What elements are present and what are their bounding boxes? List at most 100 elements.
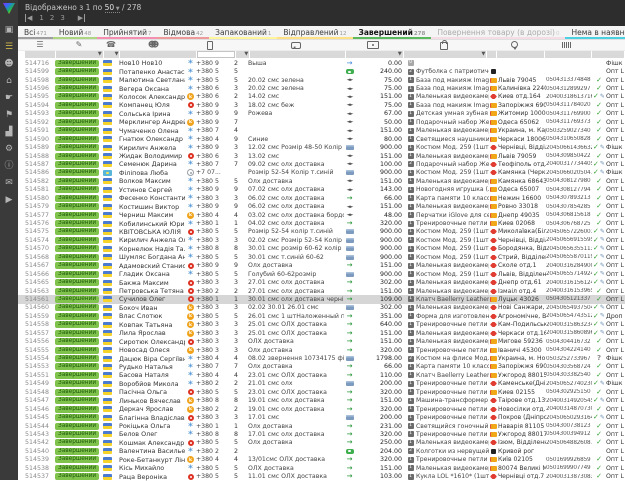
table-row[interactable]: 514580ЗавершенийФесенко Константин*+380 … xyxy=(18,194,625,202)
tab-Завершений[interactable]: Завершений278 xyxy=(353,26,432,39)
stats-icon[interactable]: ▟ xyxy=(0,124,18,141)
filter-city[interactable] xyxy=(497,51,544,58)
filter-comment[interactable] xyxy=(250,51,344,58)
table-row[interactable]: 514575ЗавершенийКВІТОВСЬКА ЮЛІЯ+380 55Ро… xyxy=(18,228,625,236)
table-row[interactable]: 514596ЗавершенийВегера Оксана*+380 6320.… xyxy=(18,84,625,92)
table-row[interactable]: 514563ЗавершенийПетровська Тетяна+380 22… xyxy=(18,287,625,295)
page-number-button[interactable]: 3 xyxy=(60,14,64,22)
money-icon[interactable] xyxy=(344,41,402,49)
table-row[interactable]: 514559ЗавершенийВлас Слотюкlc+380 5526.0… xyxy=(18,312,625,320)
table-row[interactable]: 514556ЗавершенийСиротюк Олександр+380 33… xyxy=(18,337,625,345)
first-page-icon[interactable]: ◀ xyxy=(25,14,32,22)
order-list-icon[interactable]: ☰ xyxy=(25,41,55,49)
table-row[interactable]: 514716ЗавершенийНов10 Нов10*+380 92Выша→… xyxy=(18,59,625,67)
table-row[interactable]: 514538ЗавершенийКісь Михайло*+380 55ОЛХ … xyxy=(18,464,625,472)
table-row[interactable]: 514598ЗавершенийМалютина Светлана*+380 5… xyxy=(18,76,625,84)
barcode-icon[interactable] xyxy=(543,42,589,48)
table-row[interactable]: 514566ЗавершенийГладик Оксана*+380 55Гол… xyxy=(18,270,625,278)
filter-quantity[interactable]: ▼ xyxy=(236,51,250,58)
marketing-icon[interactable]: ⚑ xyxy=(0,107,18,124)
table-row[interactable]: 514592ЗавершенийМерклингер Андрейlc+380 … xyxy=(18,118,625,126)
table-row[interactable]: 514568ЗавершенийШумляс Богдана Ан...*+38… xyxy=(18,253,625,261)
call-icon[interactable]: ☎ xyxy=(103,41,119,49)
dashboard-icon[interactable]: ▣ xyxy=(0,22,18,39)
app-logo[interactable] xyxy=(3,3,15,14)
table-row[interactable]: 514546ЗавершенийДеркач Ярославlc+380 221… xyxy=(18,405,625,413)
table-row[interactable]: 514574ЗавершенийКирилич Анжела Ол...*+38… xyxy=(18,236,625,244)
table-row[interactable]: 514547ЗавершенийЛиньков Вячеславlc+380 8… xyxy=(18,397,625,405)
orders-icon[interactable]: ☰ xyxy=(0,39,18,56)
table-row[interactable]: 514558ЗавершенийКовпак Татьянаlc+380 332… xyxy=(18,321,625,329)
table-row[interactable]: 514560ЗавершенийБокоч Иванlc+380 3302.02… xyxy=(18,304,625,312)
table-row[interactable]: 514545ЗавершенийБлагінна Владіслава+380 … xyxy=(18,413,625,421)
tab-Відмова[interactable]: Відмова42 xyxy=(157,26,209,39)
table-row[interactable]: 514577ЗавершенийЧерниш Максимlc+380 4403… xyxy=(18,211,625,219)
tab-Запакований[interactable]: Запакований1 xyxy=(209,26,277,39)
table-row[interactable]: 514551ЗавершенийБасова Наталя*+380 4423.… xyxy=(18,371,625,379)
info-icon[interactable]: ⓘ xyxy=(0,158,18,175)
product-icon[interactable] xyxy=(402,40,486,50)
table-row[interactable]: 514582ЗавершенийВолков Максим*+380 55Олх… xyxy=(18,177,625,185)
paid-check-icon: ✓ xyxy=(596,212,602,219)
filter-id[interactable] xyxy=(25,51,55,58)
chat-icon[interactable]: ✉ xyxy=(0,175,18,192)
clients-column-icon[interactable]: ☻ xyxy=(119,41,185,49)
table-row[interactable]: 514557ЗавершенийЛила Ярославlc+380 3325.… xyxy=(18,329,625,337)
filter-status[interactable]: ▼ xyxy=(56,51,103,58)
tab-Новий[interactable]: Новий48 xyxy=(53,26,97,39)
filter-delivery[interactable] xyxy=(487,51,496,58)
filter-country[interactable]: ▼ xyxy=(104,51,120,58)
table-row[interactable]: 514543ЗавершенийБелов Олег*+380 8817.01 … xyxy=(18,430,625,438)
table-row[interactable]: 514590ЗавершенийГнатюк Олександр*+380 49… xyxy=(18,135,625,143)
video-icon[interactable]: ▶ xyxy=(0,192,18,209)
page-number-button[interactable]: 2 xyxy=(50,14,54,22)
table-row[interactable]: 514579ЗавершенийКостишин Виктор*+380 990… xyxy=(18,202,625,210)
table-row[interactable]: 514599ЗавершенийПотапенко Анастас...*+38… xyxy=(18,67,625,75)
tab-Прийнятий[interactable]: Прийнятий7 xyxy=(97,26,157,39)
filter-client[interactable] xyxy=(120,51,196,58)
tab-Всі[interactable]: Всі471 xyxy=(18,26,53,39)
clients-icon[interactable]: ☻ xyxy=(0,56,18,73)
tab-Нема в наявності[interactable]: Нема в наявності1 xyxy=(565,26,625,39)
table-row[interactable]: 514591ЗавершенийЧумаченко Олена*+380 74◄… xyxy=(18,127,625,135)
table-row[interactable]: 514540ЗавершенийВалентина Василье...*+38… xyxy=(18,447,625,455)
table-row[interactable]: 514555ЗавершенийНовосад Олесяlc+380 33Ол… xyxy=(18,346,625,354)
table-row[interactable]: 514553ЗавершенийРудько Наталья*+380 77Ол… xyxy=(18,363,625,371)
table-row[interactable]: 514595ЗавершенийКолосок Александрlc+380 … xyxy=(18,93,625,101)
table-row[interactable]: 514548ЗавершенийПасічна Ольга+380 5523.0… xyxy=(18,388,625,396)
table-row[interactable]: 514561ЗавершенийСучилов Олег+380 1130.01… xyxy=(18,295,625,303)
tab-Повернення товару (в дорозі)[interactable]: Повернення товару (в дорозі)0 xyxy=(431,26,565,39)
table-row[interactable]: 514554ЗавершенийДацюк Віра Сергіївна*+38… xyxy=(18,354,625,362)
location-icon[interactable] xyxy=(486,43,543,48)
filter-tag[interactable] xyxy=(592,51,624,58)
table-row[interactable]: 514594ЗавершенийКомпанец Юля+380 9318.02… xyxy=(18,101,625,109)
table-row[interactable]: 514544ЗавершенийРокіцька Ольга*+380 11Ол… xyxy=(18,422,625,430)
tab-Відправлений[interactable]: Відправлений12 xyxy=(277,26,352,39)
table-row[interactable]: 514588ЗавершенийЖидак Володимир+380 6313… xyxy=(18,152,625,160)
last-page-icon[interactable]: ▶ xyxy=(78,14,85,22)
table-row[interactable]: 514565ЗавершенийБакжа Максим+380 3327.01… xyxy=(18,278,625,286)
page-number-button[interactable]: 1 xyxy=(39,14,43,22)
table-row[interactable]: 514570ЗавершенийКорнелюк Надія Та...*+38… xyxy=(18,245,625,253)
table-row[interactable]: 514581ЗавершенийУстинов Сергей*+380 9907… xyxy=(18,186,625,194)
page-size-dropdown[interactable]: 50 ▼ xyxy=(105,3,120,13)
table-row[interactable]: 514576ЗавершенийКобилинський Юрий*+380 1… xyxy=(18,219,625,227)
table-row[interactable]: 514587ЗавершенийСеменюк Дарина*+380 7709… xyxy=(18,160,625,168)
status-edit-icon[interactable]: ✎ xyxy=(55,41,103,49)
table-row[interactable]: 514542ЗавершенийКошмак Александр+380 55О… xyxy=(18,439,625,447)
filter-phone-input[interactable] xyxy=(197,51,234,58)
table-row[interactable]: 514586ЗавершенийФіліпова Люба+7 07...Роз… xyxy=(18,169,625,177)
table-row[interactable]: 514567ЗавершенийАдамовский Станис...+380… xyxy=(18,262,625,270)
bank-icon[interactable]: ⌂ xyxy=(0,73,18,90)
table-row[interactable]: 514549ЗавершенийВоробйов Микола*+380 222… xyxy=(18,380,625,388)
table-row[interactable]: 514589ЗавершенийКирилич Анжела*+380 9312… xyxy=(18,143,625,151)
filter-product[interactable]: ▼ xyxy=(404,51,487,58)
filter-tracking[interactable] xyxy=(545,51,590,58)
settings-icon[interactable]: ⚙ xyxy=(0,141,18,158)
table-row[interactable]: 514539ЗавершенийРоке-Бетанкурт Лін...lc+… xyxy=(18,456,625,464)
table-row[interactable]: 514593ЗавершенийСольська Ірина*+380 99Ро… xyxy=(18,110,625,118)
comment-icon[interactable] xyxy=(248,42,344,49)
phone-icon[interactable] xyxy=(185,41,234,50)
filter-payment[interactable]: ▼ xyxy=(346,51,403,58)
products-icon[interactable]: ☛ xyxy=(0,90,18,107)
